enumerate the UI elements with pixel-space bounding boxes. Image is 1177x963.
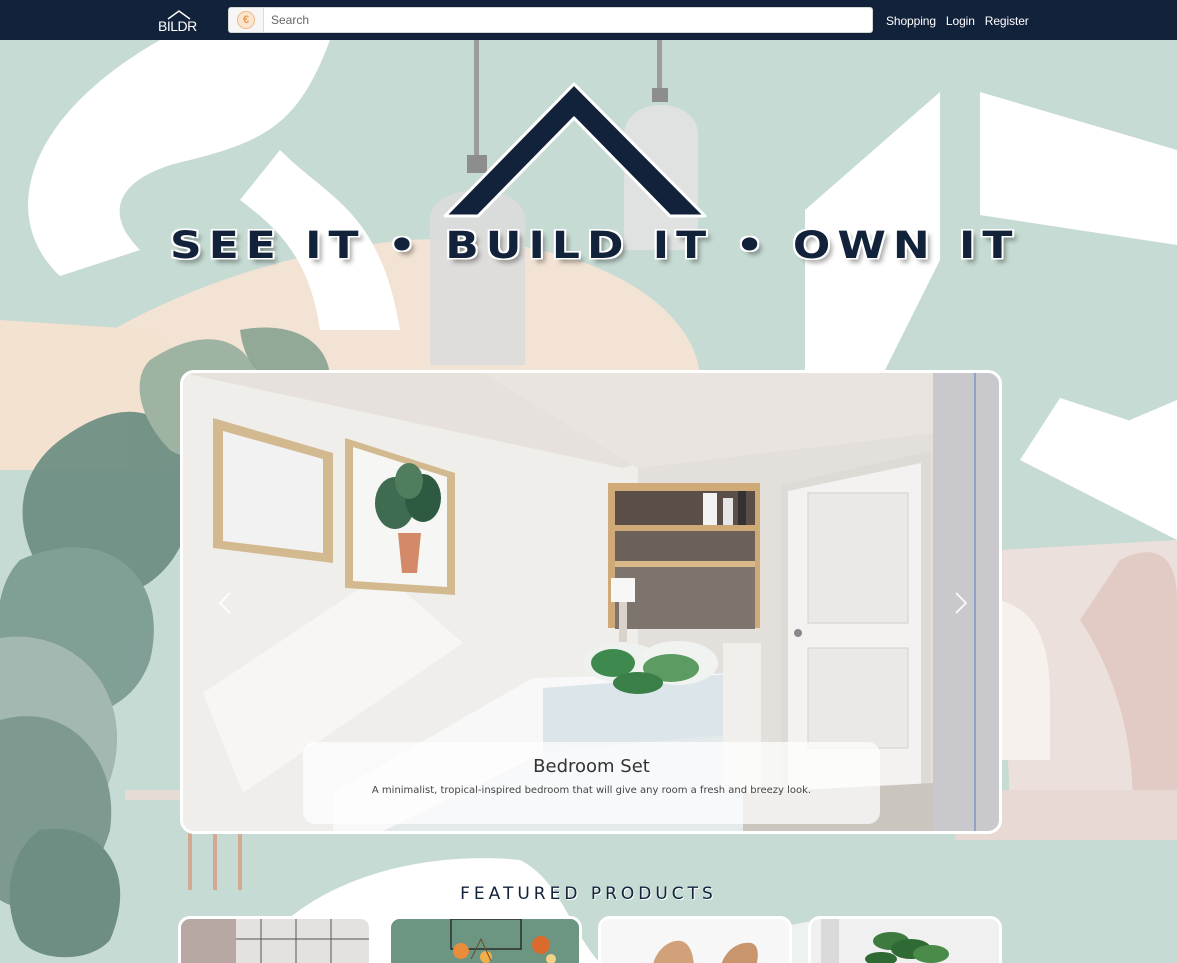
product-image: [601, 919, 789, 963]
search-bar: €: [228, 7, 873, 33]
featured-products-heading: FEATURED PRODUCTS: [460, 884, 717, 904]
chevron-right-icon[interactable]: [945, 588, 975, 618]
product-row: [178, 916, 1008, 963]
search-input[interactable]: [265, 8, 870, 32]
chevron-left-icon[interactable]: [211, 588, 241, 618]
product-card[interactable]: [598, 916, 792, 963]
product-card[interactable]: [808, 916, 1002, 963]
product-image: [181, 919, 369, 963]
carousel-caption: Bedroom Set A minimalist, tropical-inspi…: [303, 742, 880, 824]
product-card[interactable]: [388, 916, 582, 963]
coin-icon: €: [237, 11, 255, 29]
hero-tagline: SEE IT • BUILD IT • OWN IT: [170, 224, 1020, 268]
product-card[interactable]: [178, 916, 372, 963]
register-link[interactable]: Register: [985, 14, 1029, 28]
nav-links: Shopping Login Register: [886, 14, 1029, 28]
search-icon-box[interactable]: €: [229, 8, 264, 32]
svg-text:BILDR: BILDR: [158, 18, 197, 33]
product-image: [391, 919, 579, 963]
shopping-link[interactable]: Shopping: [886, 14, 936, 28]
navbar: BILDR € Shopping Login Register: [0, 0, 1177, 40]
roof-logo: [443, 82, 707, 218]
login-link[interactable]: Login: [946, 14, 975, 28]
bildr-logo[interactable]: BILDR: [158, 9, 200, 33]
slide-description: A minimalist, tropical-inspired bedroom …: [371, 785, 812, 796]
slide-title: Bedroom Set: [533, 756, 650, 777]
product-image: [811, 919, 999, 963]
carousel[interactable]: Bedroom Set A minimalist, tropical-inspi…: [180, 370, 1002, 834]
